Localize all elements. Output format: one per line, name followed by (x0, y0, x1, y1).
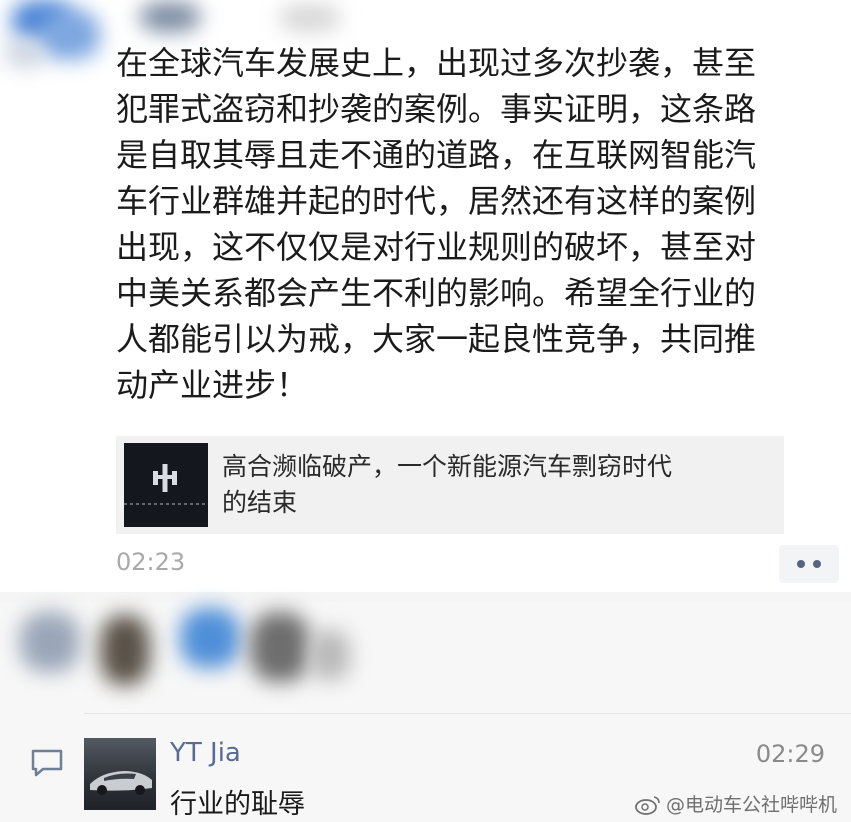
watermark-text: @电动车公社哔哔机 (665, 794, 837, 816)
weibo-logo-icon (635, 795, 660, 815)
hiphi-logo-icon (153, 464, 177, 492)
article-thumbnail (124, 443, 208, 527)
more-options-button[interactable] (779, 545, 839, 583)
post-line: 动产业进步！ (116, 366, 309, 404)
thumbnail-brand-strip (124, 503, 208, 505)
section-divider (0, 592, 851, 602)
post-line: 是自取其辱且走不通的道路，在互联网智能汽 (116, 136, 757, 174)
post-line: 车行业群雄并起的时代，居然还有这样的案例 (116, 182, 757, 220)
commenter-name[interactable]: YT Jia (170, 738, 241, 768)
comment-text: 行业的耻辱 (170, 789, 305, 820)
more-dots-icon (797, 560, 805, 568)
watermark: @电动车公社哔哔机 (634, 790, 837, 817)
post-line: 出现，这不仅仅是对行业规则的破坏，甚至对 (116, 228, 757, 266)
post-body-text: 在全球汽车发展史上，出现过多次抄袭，甚至 犯罪式盗窃和抄袭的案例。事实证明，这条… (116, 40, 846, 408)
post-line: 中美关系都会产生不利的影响。希望全行业的 (116, 274, 757, 312)
article-title: 高合濒临破产，一个新能源汽车剽窃时代 的结束 (222, 452, 673, 517)
avatar[interactable] (84, 738, 156, 810)
comment-divider (84, 713, 851, 714)
post-line: 人都能引以为戒，大家一起良性竞争，共同推 (116, 320, 757, 358)
post-line: 在全球汽车发展史上，出现过多次抄袭，甚至 (116, 44, 757, 82)
car-avatar-icon (90, 771, 152, 795)
comment-bubble-icon (31, 749, 63, 777)
post-timestamp: 02:23 (116, 548, 186, 576)
shared-article-card[interactable]: 高合濒临破产，一个新能源汽车剽窃时代 的结束 (116, 436, 784, 534)
post-line: 犯罪式盗窃和抄袭的案例。事实证明，这条路 (116, 90, 757, 128)
comment-timestamp: 02:29 (755, 740, 825, 768)
